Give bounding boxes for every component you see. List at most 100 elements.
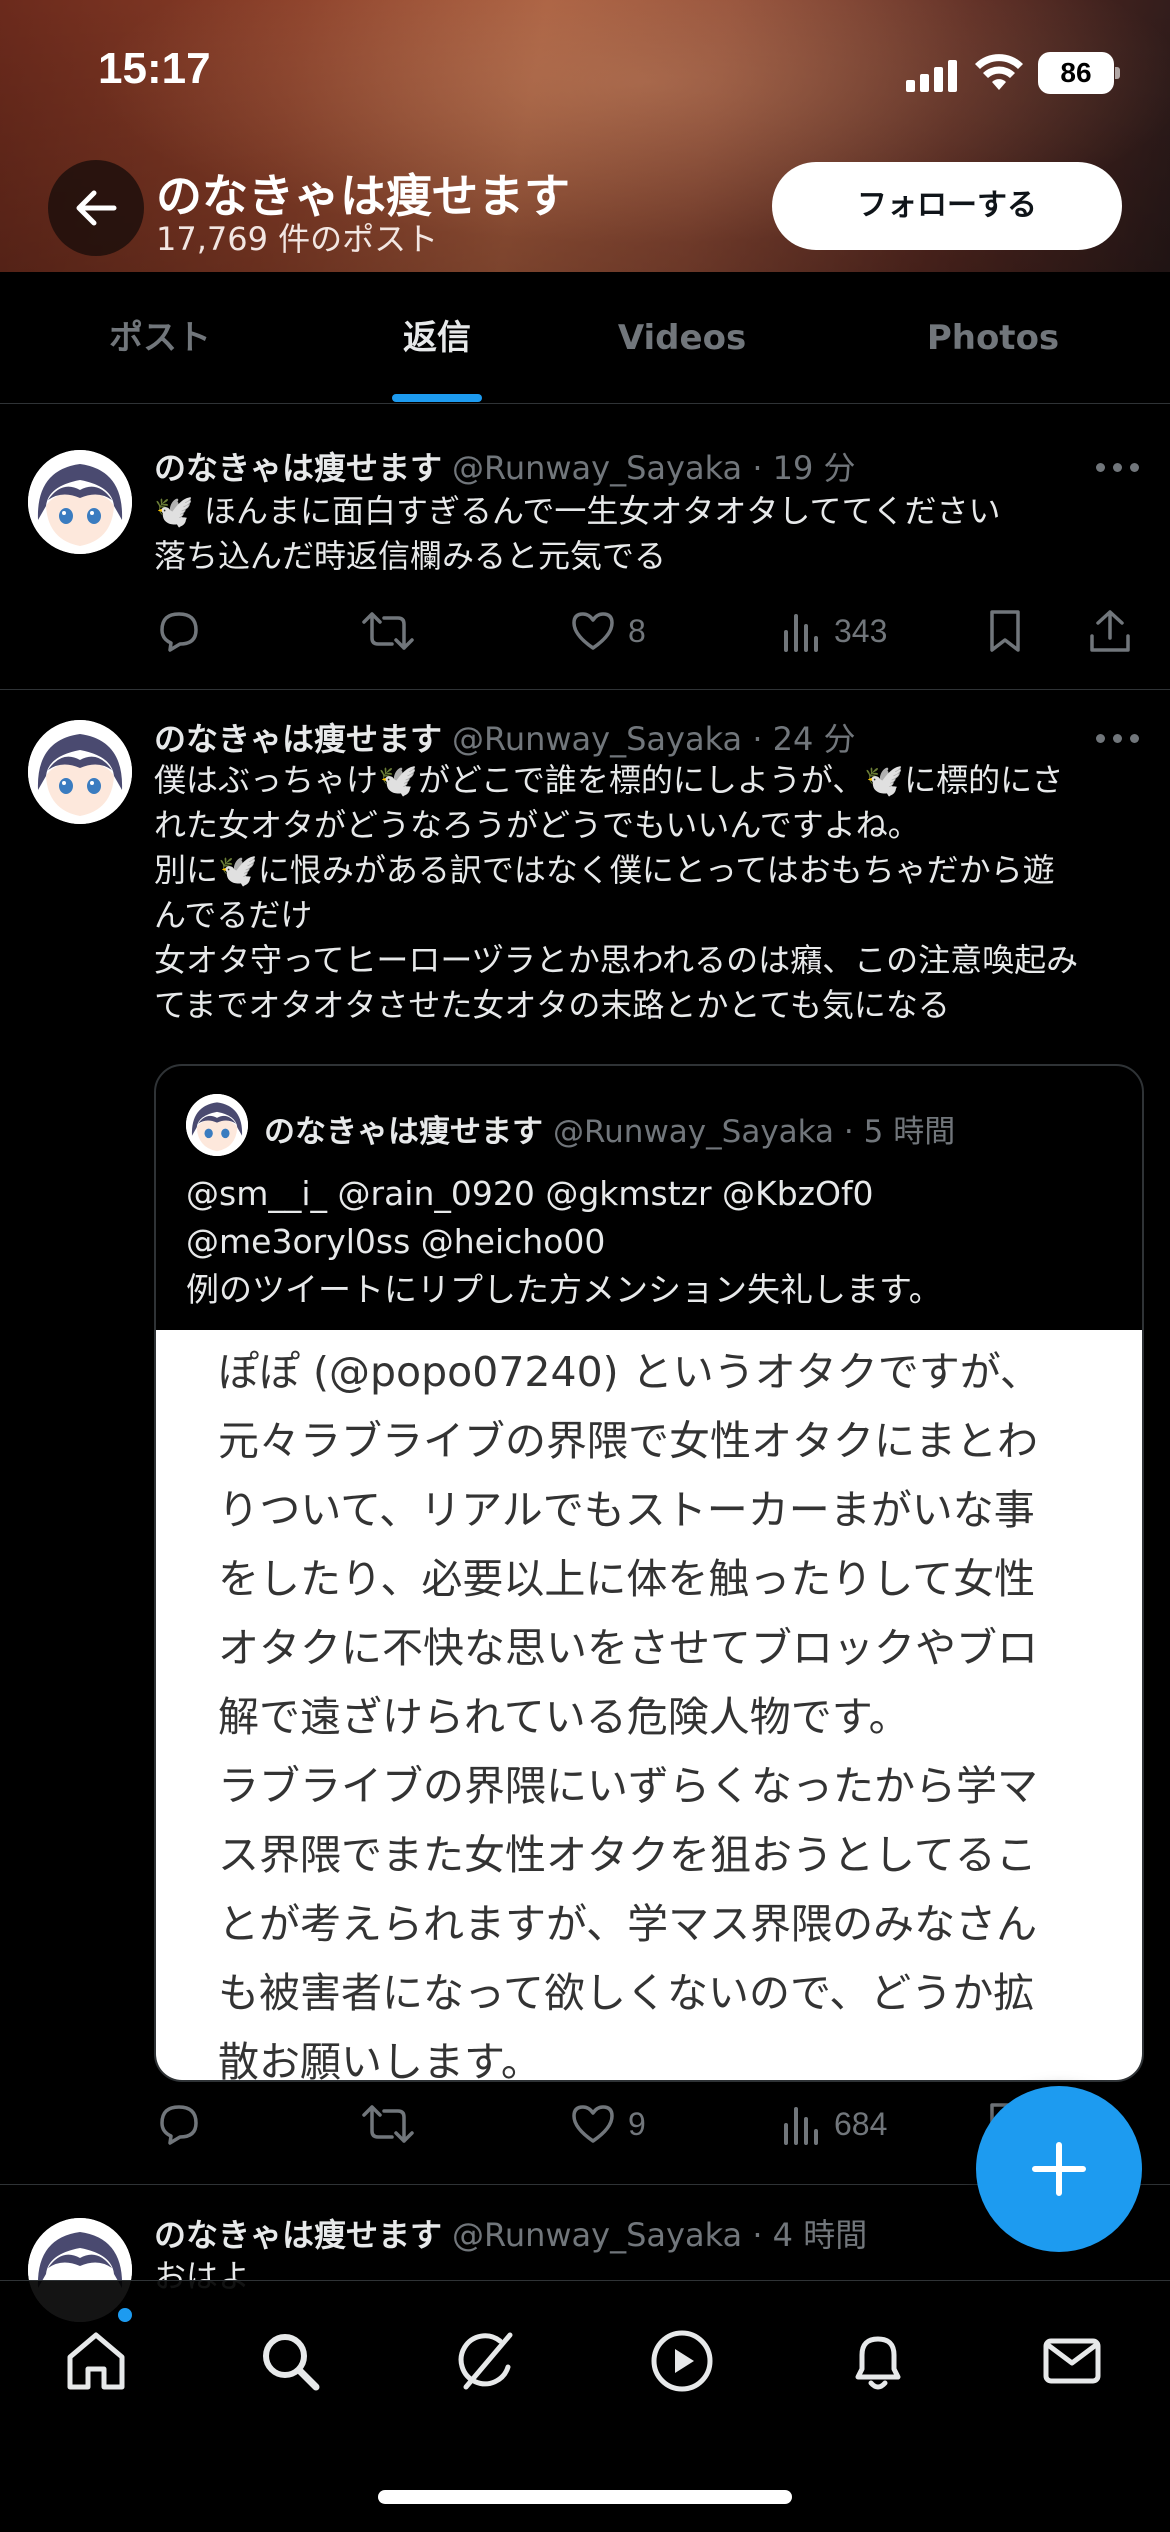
- more-options-icon[interactable]: [1096, 463, 1140, 473]
- video-icon: [651, 2330, 713, 2392]
- image-line: りついて、リアルでもストーカーまがいな事: [218, 1486, 1035, 1534]
- image-line: ス界隈でまた女性オタクを狙おうとしてるこ: [218, 1831, 1037, 1879]
- heart-icon: [572, 612, 614, 650]
- image-line: 解で遠ざけられている危険人物です。: [218, 1693, 910, 1741]
- quoted-author-meta: @Runway_Sayaka · 5 時間: [553, 1114, 956, 1150]
- views-button[interactable]: 684: [780, 2094, 887, 2154]
- image-line: をしたり、必要以上に体を触ったりして女性: [218, 1555, 1036, 1603]
- post-line: 別に🕊️に恨みがある訳ではなく僕にとってはおもちゃだから遊: [154, 851, 1055, 889]
- status-bar: 15:17 86: [0, 0, 1170, 140]
- home-notification-dot: [116, 2306, 134, 2324]
- quoted-line: @sm__i_ @rain_0920 @gkmstzr @KbzOf0: [186, 1174, 874, 1213]
- post-line: 僕はぶっちゃけ🕊️がどこで誰を標的にしようが、🕊️に標的にさ: [154, 761, 1064, 799]
- nav-video[interactable]: [642, 2321, 722, 2401]
- wifi-icon: [975, 54, 1023, 90]
- post[interactable]: のなきゃは痩せます @Runway_Sayaka · 19 分 🕊️ ほんまに面白…: [0, 405, 1170, 690]
- nav-grok[interactable]: [446, 2321, 526, 2401]
- tab-replies[interactable]: 返信: [337, 272, 537, 404]
- cellular-signal-icon: [906, 58, 960, 92]
- repost-button[interactable]: [360, 601, 416, 661]
- bookmark-icon: [990, 610, 1020, 652]
- author-name[interactable]: のなきゃは痩せます: [154, 449, 442, 487]
- messages-icon: [1043, 2338, 1101, 2384]
- quoted-line: @me3oryl0ss @heicho00: [186, 1222, 606, 1261]
- home-indicator: [378, 2490, 792, 2504]
- back-button[interactable]: [48, 160, 144, 256]
- more-options-icon[interactable]: [1096, 734, 1140, 744]
- status-time: 15:17: [98, 44, 211, 93]
- image-line: ラブライブの界隈にいずらくなったから学マ: [218, 1762, 1038, 1810]
- post-text: 🕊️ ほんまに面白すぎるんで一生女オタオタしててください 落ち込んだ時返信欄みる…: [154, 489, 1134, 579]
- like-count: 9: [628, 2105, 646, 2142]
- share-icon: [1090, 610, 1130, 652]
- post-line: 🕊️ ほんまに面白すぎるんで一生女オタオタしててください: [154, 492, 1001, 530]
- post-line: てまでオタオタさせた女オタの末路とかとても気になる: [154, 986, 950, 1024]
- compose-button[interactable]: [976, 2086, 1142, 2252]
- bookmark-button[interactable]: [984, 601, 1026, 661]
- author-name[interactable]: のなきゃは痩せます: [154, 2216, 442, 2254]
- views-button[interactable]: 343: [780, 601, 887, 661]
- views-icon: [784, 2107, 818, 2145]
- like-button[interactable]: 9: [570, 2094, 646, 2154]
- like-count: 8: [628, 612, 646, 649]
- post-line: 落ち込んだ時返信欄みると元気でる: [154, 537, 667, 575]
- views-icon: [784, 614, 818, 652]
- repost-icon: [362, 2105, 414, 2143]
- tab-videos[interactable]: Videos: [582, 272, 782, 404]
- post-line: 女オタ守ってヒーローヅラとか思われるのは癪、この注意喚起み: [154, 941, 1079, 979]
- tab-photos[interactable]: Photos: [893, 272, 1093, 404]
- quoted-post[interactable]: のなきゃは痩せます @Runway_Sayaka · 5 時間 @sm__i_ @…: [154, 1064, 1144, 2082]
- tab-posts[interactable]: ポスト: [60, 272, 260, 404]
- heart-icon: [572, 2105, 614, 2143]
- battery-indicator: 86: [1038, 52, 1120, 94]
- reply-button[interactable]: [156, 601, 202, 661]
- image-line: 散お願いします。: [218, 2038, 542, 2082]
- home-icon: [67, 2332, 125, 2390]
- author-meta: @Runway_Sayaka · 19 分: [452, 449, 856, 487]
- avatar-illustration: [186, 1094, 248, 1156]
- view-count: 343: [834, 612, 888, 649]
- nav-notifications[interactable]: [838, 2321, 918, 2401]
- avatar-illustration: [28, 720, 132, 824]
- post-text: 僕はぶっちゃけ🕊️がどこで誰を標的にしようが、🕊️に標的にさ れた女オタがどうな…: [154, 758, 1134, 1028]
- image-line: 元々ラブライブの界隈で女性オタクにまとわ: [218, 1417, 1038, 1465]
- follow-button[interactable]: フォローする: [772, 162, 1122, 250]
- reply-button[interactable]: [156, 2094, 202, 2154]
- author-name[interactable]: のなきゃは痩せます: [154, 720, 442, 758]
- like-button[interactable]: 8: [570, 601, 646, 661]
- post-line: んでるだけ: [154, 896, 313, 934]
- post-count: 17,769 件のポスト: [156, 220, 439, 258]
- quoted-avatar: [186, 1094, 248, 1156]
- arrow-left-icon: [76, 190, 117, 226]
- author-meta: @Runway_Sayaka · 24 分: [452, 720, 856, 758]
- quoted-author-name: のなきゃは痩せます: [264, 1114, 543, 1150]
- profile-tabs: ポスト 返信 Videos Photos: [0, 272, 1170, 404]
- avatar[interactable]: [28, 720, 132, 824]
- image-line: も被害者になって欲しくないので、どうか拡: [218, 1969, 1035, 2017]
- repost-icon: [362, 612, 414, 650]
- quoted-post-text: @sm__i_ @rain_0920 @gkmstzr @KbzOf0 @me3…: [186, 1170, 942, 1314]
- post-actions: 8 343: [150, 601, 1140, 661]
- quoted-line: 例のツイートにリプした方メンション失礼します。: [186, 1270, 942, 1309]
- share-button[interactable]: [1088, 601, 1132, 661]
- image-line: オタクに不快な思いをさせてブロックやブロ: [218, 1624, 1038, 1672]
- avatar-illustration: [28, 450, 132, 554]
- view-count: 684: [834, 2105, 888, 2142]
- profile-header: 15:17 86 のなきゃは痩せます 17,769 件のポスト フォローする: [0, 0, 1170, 272]
- image-text: ぽぽ (@popo07240) というオタクですが、 元々ラブライブの界隈で女性…: [218, 1338, 1041, 2082]
- nav-home[interactable]: [56, 2321, 136, 2401]
- repost-button[interactable]: [360, 2094, 416, 2154]
- plus-icon: [1032, 2142, 1086, 2196]
- author-meta: @Runway_Sayaka · 4 時間: [452, 2216, 868, 2254]
- quoted-post-image[interactable]: ぽぽ (@popo07240) というオタクですが、 元々ラブライブの界隈で女性…: [156, 1330, 1142, 2082]
- avatar[interactable]: [28, 450, 132, 554]
- nav-search[interactable]: [250, 2321, 330, 2401]
- reply-icon: [160, 2105, 198, 2145]
- search-icon: [263, 2334, 320, 2391]
- active-tab-indicator: [392, 394, 482, 402]
- image-line: ぽぽ (@popo07240) というオタクですが、: [218, 1348, 1041, 1396]
- nav-messages[interactable]: [1032, 2321, 1112, 2401]
- grok-icon: [458, 2332, 513, 2390]
- post-line: れた女オタがどうなろうがどうでもいいんですよね。: [154, 806, 920, 844]
- image-line: とが考えられますが、学マス界隈のみなさん: [218, 1900, 1038, 1948]
